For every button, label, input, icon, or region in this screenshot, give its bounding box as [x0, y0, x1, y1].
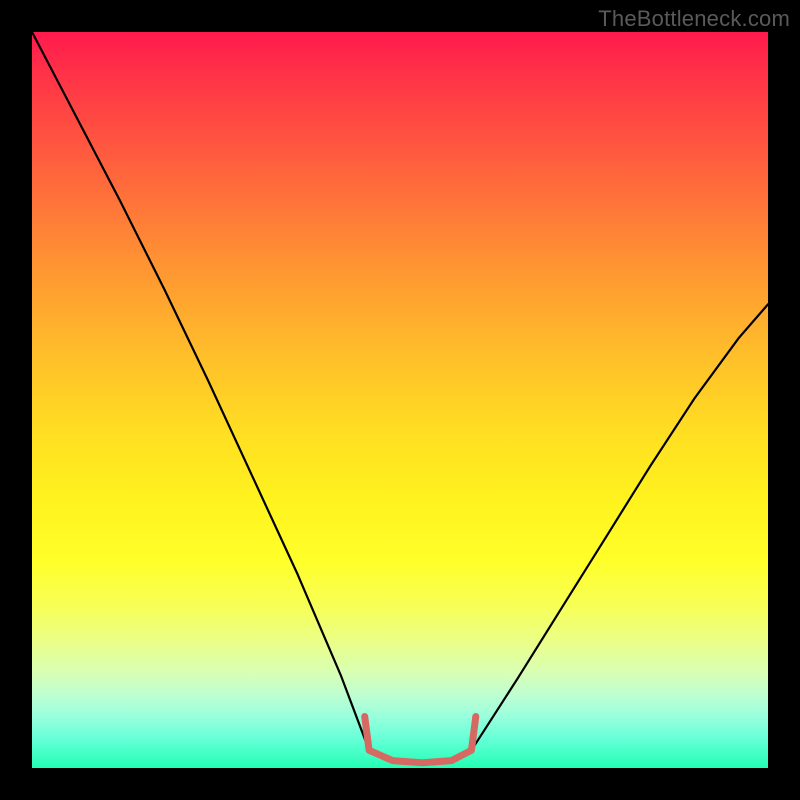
curve-left-branch — [32, 32, 369, 750]
trough-marker — [365, 717, 476, 763]
watermark-text: TheBottleneck.com — [598, 6, 790, 32]
chart-container: TheBottleneck.com — [0, 0, 800, 800]
chart-svg — [32, 32, 768, 768]
plot-area — [32, 32, 768, 768]
curve-right-branch — [471, 304, 768, 750]
